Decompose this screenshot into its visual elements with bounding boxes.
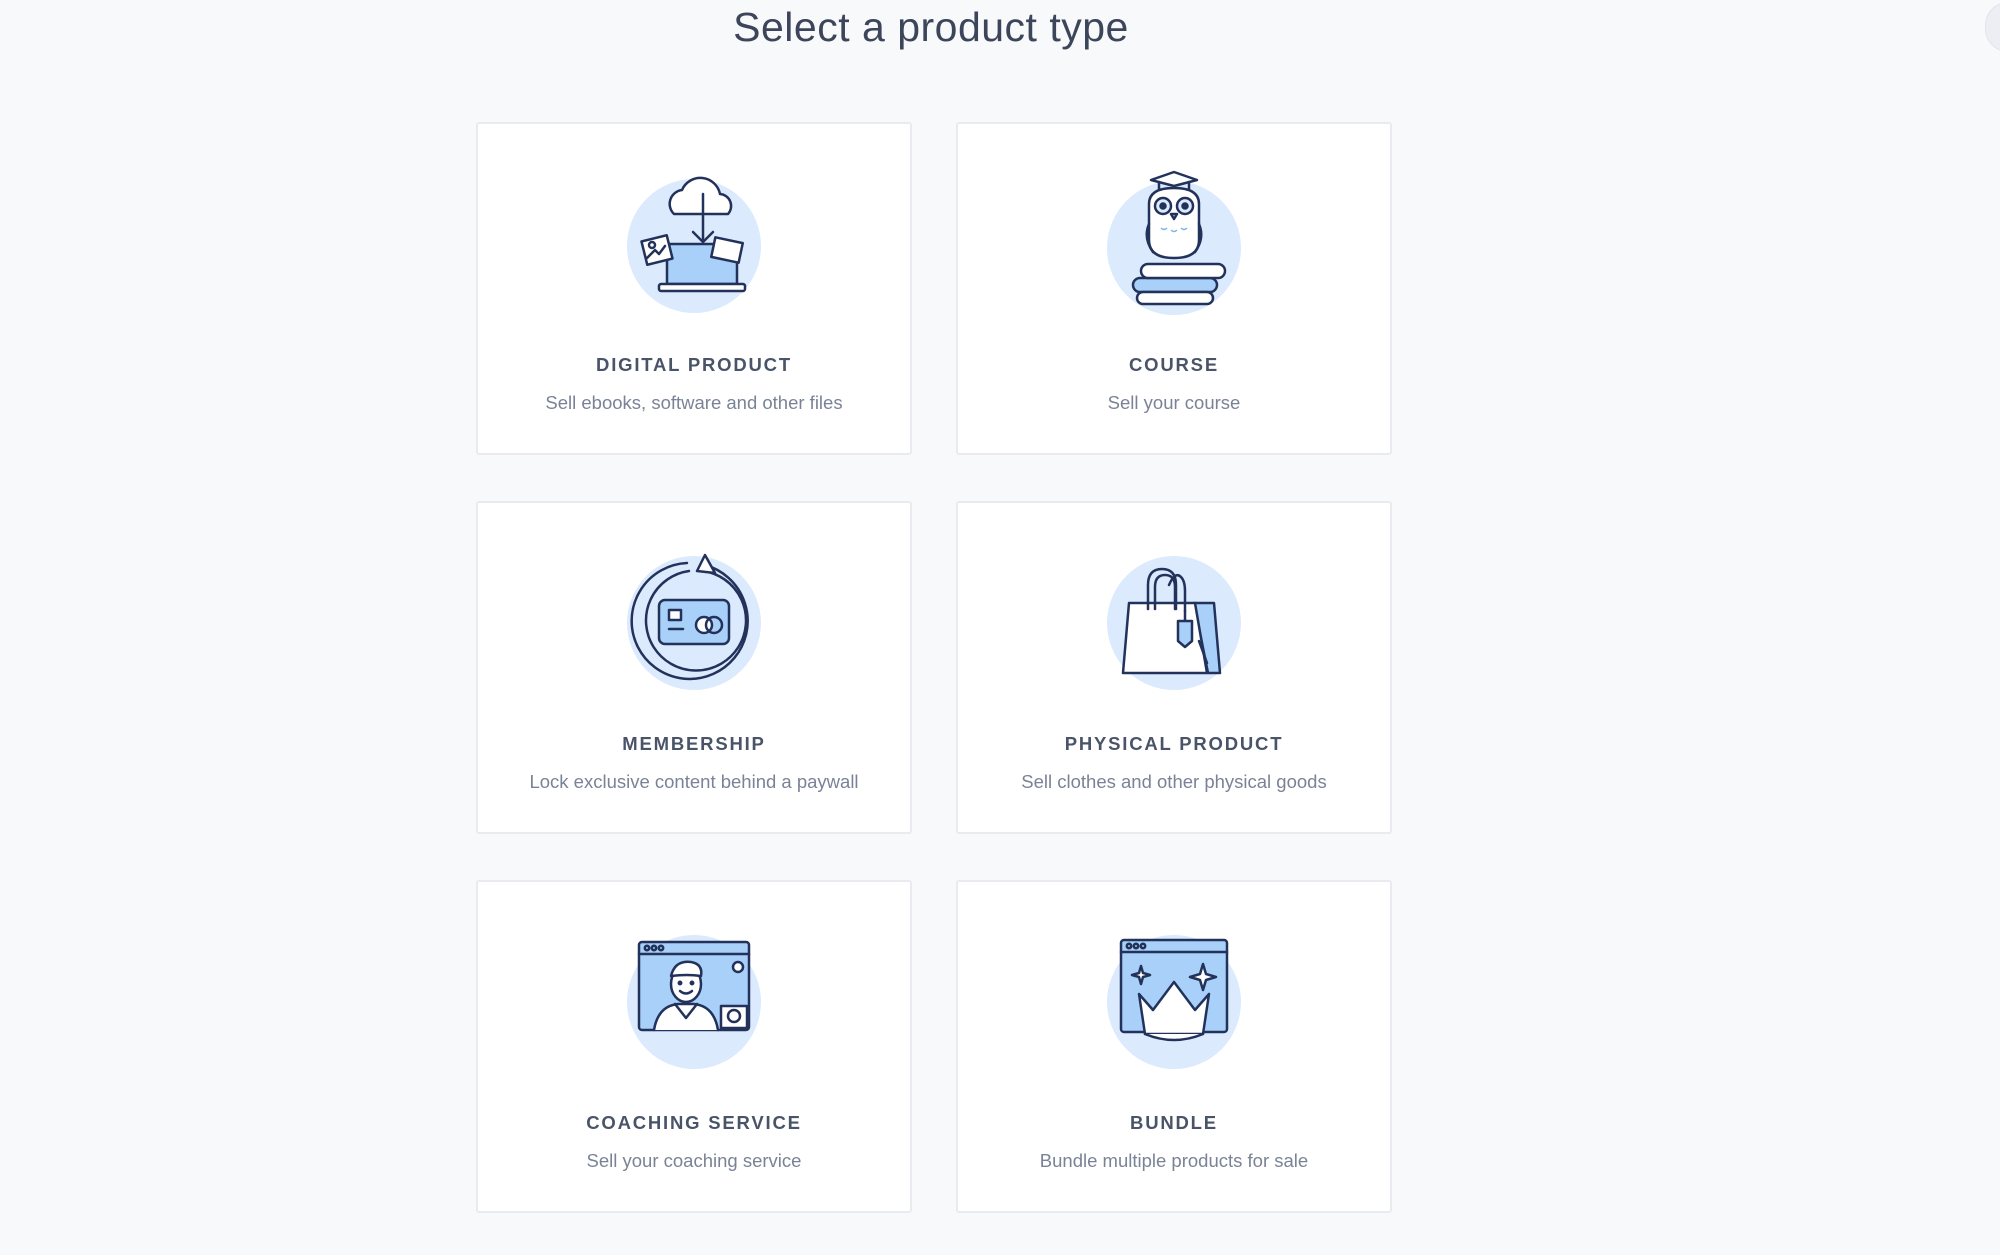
shopping-bag-icon	[1107, 556, 1241, 690]
video-call-icon	[627, 935, 761, 1069]
card-title: PHYSICAL PRODUCT	[1064, 733, 1284, 754]
product-type-card-bundle[interactable]: BUNDLE Bundle multiple products for sale	[956, 880, 1392, 1213]
card-description: Sell ebooks, software and other files	[545, 392, 843, 413]
crown-window-icon	[1107, 935, 1241, 1069]
product-type-card-physical-product[interactable]: PHYSICAL PRODUCT Sell clothes and other …	[956, 501, 1392, 834]
page-title: Select a product type	[733, 4, 1129, 50]
product-type-card-coaching-service[interactable]: COACHING SERVICE Sell your coaching serv…	[476, 880, 912, 1213]
card-description: Sell your course	[1107, 392, 1241, 413]
owl-books-icon	[1107, 170, 1241, 315]
card-title: COURSE	[1129, 354, 1219, 375]
card-title: BUNDLE	[1130, 1112, 1218, 1133]
card-description: Bundle multiple products for sale	[1039, 1150, 1309, 1171]
card-title: MEMBERSHIP	[622, 733, 766, 754]
card-description: Lock exclusive content behind a paywall	[529, 771, 859, 792]
card-description: Sell clothes and other physical goods	[1021, 771, 1327, 792]
product-type-card-digital-product[interactable]: DIGITAL PRODUCT Sell ebooks, software an…	[476, 122, 912, 455]
recurring-card-icon	[627, 553, 761, 690]
product-type-card-membership[interactable]: MEMBERSHIP Lock exclusive content behind…	[476, 501, 912, 834]
card-description: Sell your coaching service	[586, 1150, 802, 1171]
card-title: COACHING SERVICE	[586, 1112, 802, 1133]
product-type-card-course[interactable]: COURSE Sell your course	[956, 122, 1392, 455]
corner-button[interactable]	[1985, 2, 2000, 52]
card-title: DIGITAL PRODUCT	[596, 354, 792, 375]
cloud-download-laptop-icon	[627, 176, 761, 313]
